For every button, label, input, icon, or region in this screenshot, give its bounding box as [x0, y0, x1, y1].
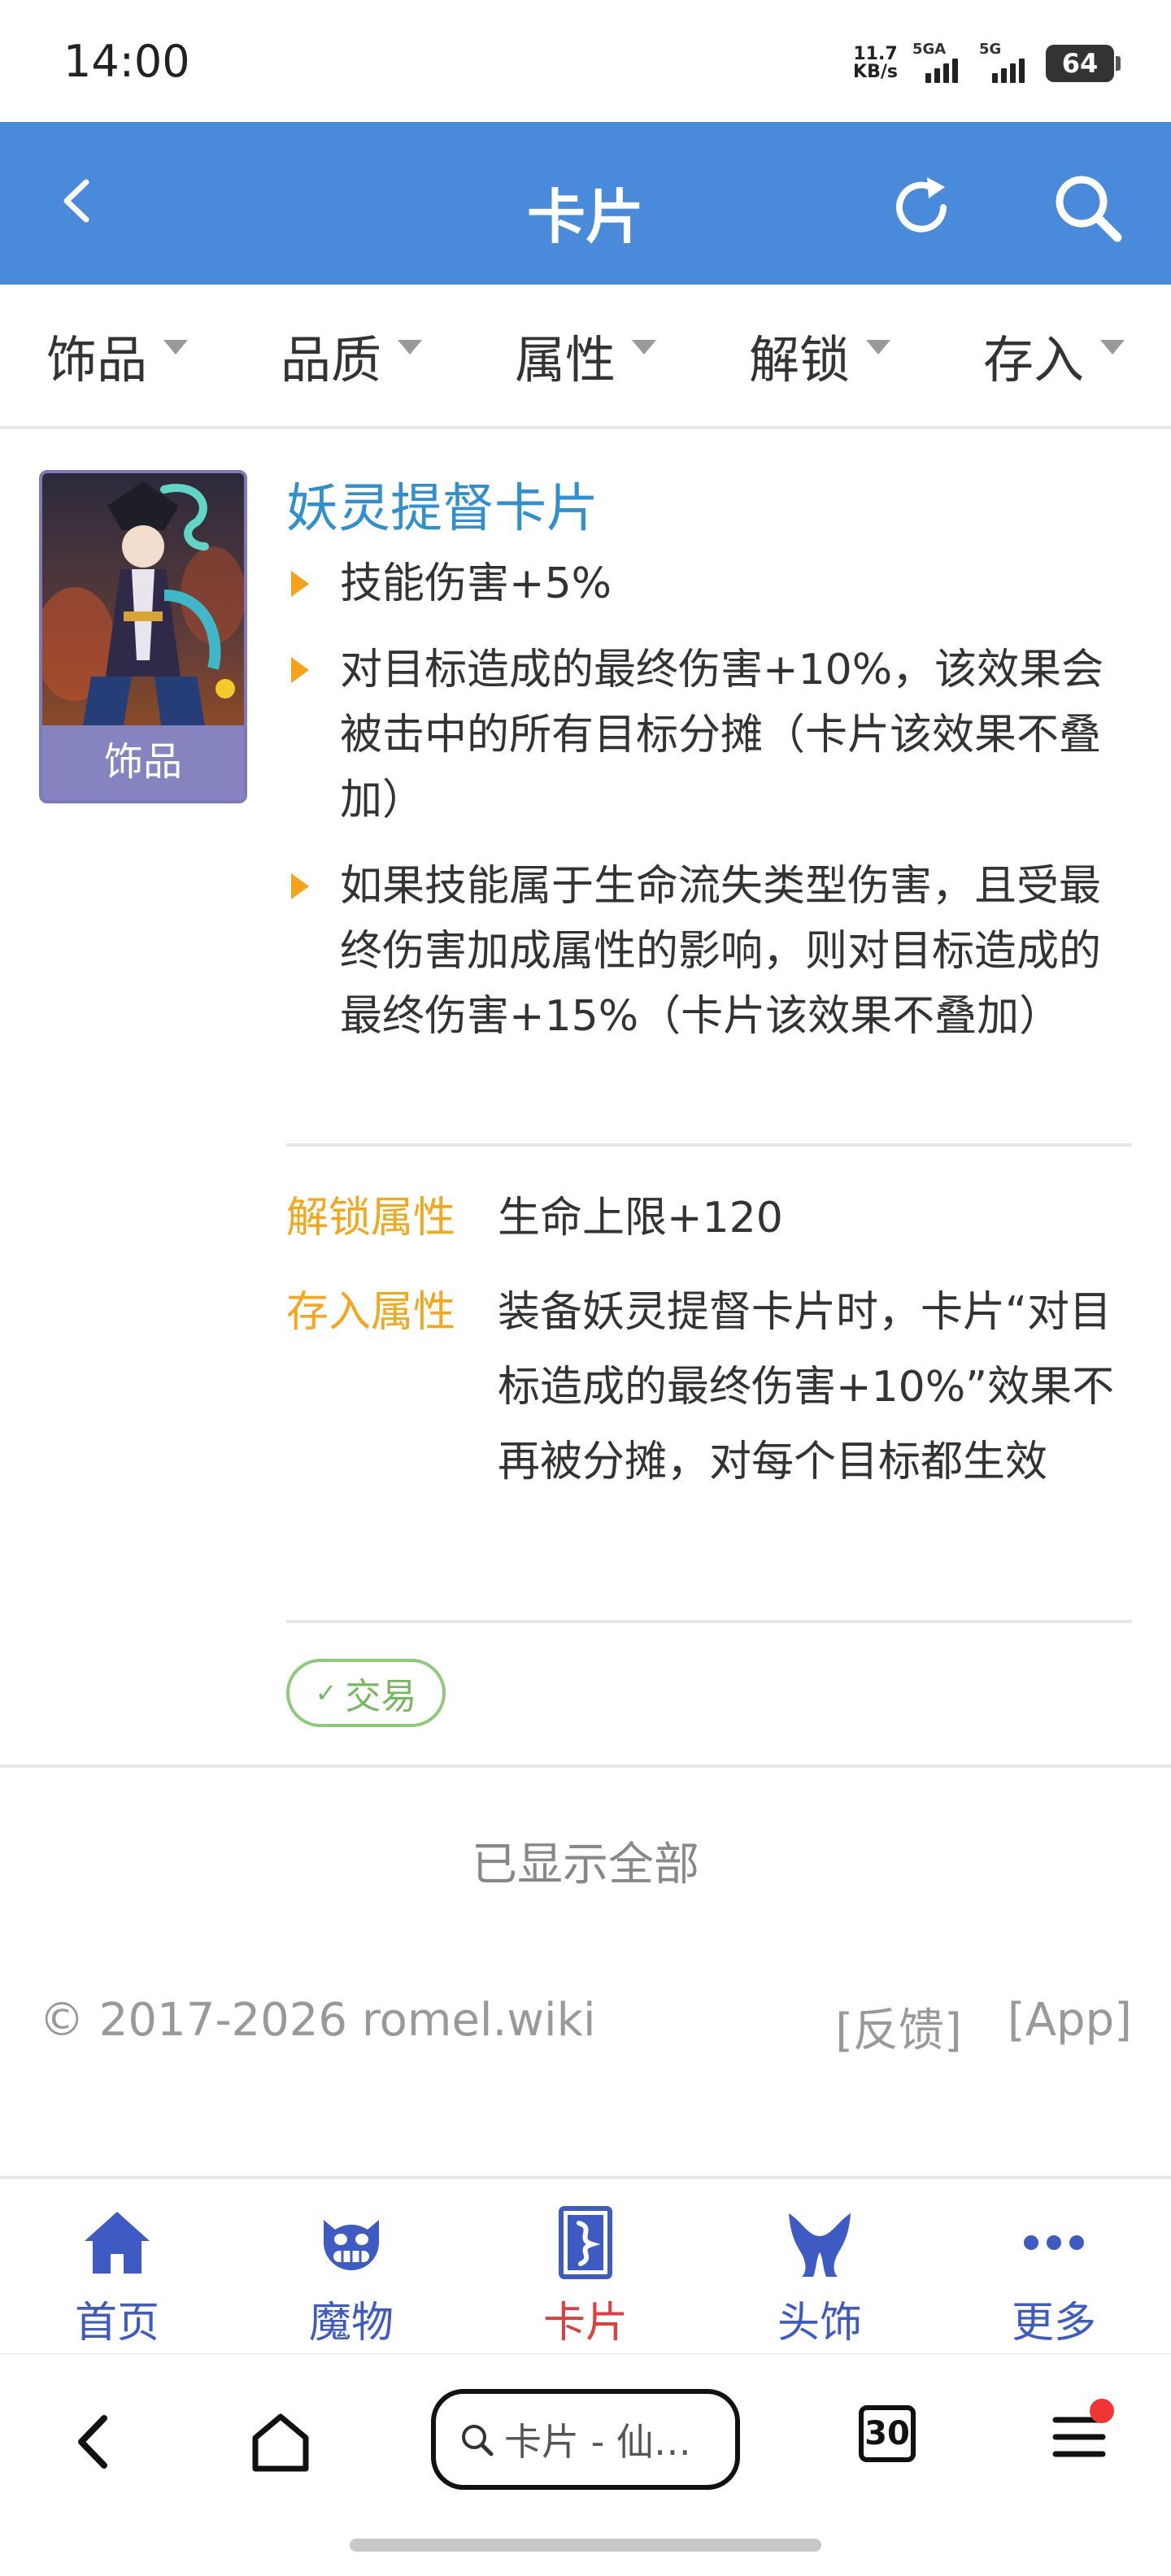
filter-label: 品质	[280, 330, 381, 389]
headwear-icon	[789, 2213, 851, 2277]
search-icon[interactable]	[1049, 169, 1127, 247]
effect-text: 对目标造成的最终伤害+10%，该效果会被击中的所有目标分摊（卡片该效果不叠加）	[340, 646, 1104, 825]
home-icon	[85, 2212, 150, 2274]
more-icon	[1024, 2235, 1084, 2250]
tab-monster[interactable]: 魔物	[234, 2179, 468, 2353]
app-header: 卡片	[0, 122, 1171, 285]
tab-home[interactable]: 首页	[0, 2179, 234, 2353]
battery-level: 64	[1061, 48, 1099, 79]
deposit-attribute-value: 装备妖灵提督卡片时，卡片“对目标造成的最终伤害+10%”效果不再被分摊，对每个目…	[498, 1288, 1115, 1486]
divider	[286, 1620, 1132, 1623]
search-icon	[462, 2425, 494, 2456]
url-text: 卡片 - 仙…	[504, 2420, 691, 2464]
list-end-text: 已显示全部	[472, 1838, 699, 1891]
filter-quality[interactable]: 品质	[234, 285, 468, 426]
filter-deposit[interactable]: 存入	[937, 285, 1171, 426]
network-speed-value: 11.7	[853, 44, 898, 64]
filter-label: 解锁	[748, 330, 850, 389]
bullet-arrow-icon	[291, 571, 309, 597]
filter-label: 属性	[514, 330, 616, 389]
effect-item: 对目标造成的最终伤害+10%，该效果会被击中的所有目标分摊（卡片该效果不叠加）	[286, 637, 1132, 833]
effect-text: 技能伤害+5%	[340, 559, 612, 608]
filter-unlock[interactable]: 解锁	[703, 285, 937, 426]
feedback-link[interactable]: [反馈]	[835, 1994, 962, 2060]
card-art-image	[42, 473, 244, 725]
footer-links: [反馈] [App]	[835, 1994, 1132, 2060]
bullet-arrow-icon	[291, 873, 309, 899]
filter-label: 存入	[982, 330, 1084, 389]
tab-label: 卡片	[542, 2299, 628, 2348]
card-icon	[559, 2206, 612, 2279]
effect-text: 如果技能属于生命流失类型伤害，且受最终伤害加成属性的影响，则对目标造成的最终伤害…	[340, 862, 1102, 1041]
signal-sim2-icon: 5G	[979, 41, 1031, 83]
notification-dot	[1090, 2399, 1114, 2423]
effect-item: 技能伤害+5%	[286, 551, 1132, 616]
monster-icon	[324, 2220, 379, 2270]
deposit-attribute-label: 存入属性	[286, 1288, 456, 1337]
filter-label: 饰品	[46, 330, 147, 389]
dropdown-arrow-icon	[866, 340, 890, 355]
filter-bar: 饰品 品质 属性 解锁 存入	[0, 285, 1171, 429]
browser-back-icon[interactable]	[57, 2405, 130, 2478]
signal-sim1-label: 5GA	[912, 41, 947, 58]
tab-label: 魔物	[308, 2299, 394, 2348]
filter-attribute[interactable]: 属性	[468, 285, 703, 426]
trade-badge: ✓ 交易	[286, 1659, 446, 1727]
tab-label: 首页	[74, 2299, 159, 2348]
dropdown-arrow-icon	[163, 340, 188, 355]
tab-more[interactable]: 更多	[937, 2179, 1171, 2353]
dropdown-arrow-icon	[632, 340, 656, 355]
dropdown-arrow-icon	[1100, 340, 1125, 355]
dropdown-arrow-icon	[398, 340, 422, 355]
footer: © 2017-2026 romel.wiki [反馈] [App]	[39, 1994, 1132, 2060]
browser-home-icon[interactable]	[244, 2405, 317, 2478]
unlock-attribute-row: 解锁属性 生命上限+120	[286, 1181, 1132, 1255]
app-link[interactable]: [App]	[1008, 1994, 1132, 2060]
url-bar[interactable]: 卡片 - 仙…	[431, 2389, 740, 2490]
browser-tabs-button[interactable]: 30	[859, 2405, 916, 2462]
status-bar: 14:00 11.7 KB/s 5GA 5G 64	[0, 0, 1171, 122]
network-speed-unit: KB/s	[853, 62, 898, 82]
tab-label: 头饰	[777, 2299, 862, 2348]
card-title[interactable]: 妖灵提督卡片	[286, 467, 599, 542]
tab-card[interactable]: 卡片	[468, 2179, 703, 2353]
battery-icon: 64	[1046, 45, 1121, 82]
card-slot-label: 饰品	[103, 739, 182, 785]
signal-sim1-icon: 5GA	[912, 41, 964, 83]
unlock-attribute-value: 生命上限+120	[498, 1194, 783, 1242]
home-indicator[interactable]	[350, 2539, 821, 2552]
effect-item: 如果技能属于生命流失类型伤害，且受最终伤害加成属性的影响，则对目标造成的最终伤害…	[286, 854, 1132, 1049]
unlock-attribute-label: 解锁属性	[286, 1194, 456, 1242]
filter-accessory[interactable]: 饰品	[0, 285, 234, 426]
deposit-attribute-row: 存入属性 装备妖灵提督卡片时，卡片“对目标造成的最终伤害+10%”效果不再被分摊…	[286, 1275, 1132, 1499]
tab-count: 30	[864, 2415, 910, 2452]
network-speed: 11.7 KB/s	[853, 46, 898, 81]
tab-label: 更多	[1011, 2299, 1096, 2348]
status-indicators: 11.7 KB/s 5GA 5G 64	[853, 39, 1121, 88]
trade-label: 交易	[345, 1676, 417, 1717]
tab-headwear[interactable]: 头饰	[703, 2179, 937, 2353]
card-effects: 技能伤害+5% 对目标造成的最终伤害+10%，该效果会被击中的所有目标分摊（卡片…	[286, 551, 1132, 1070]
divider	[286, 1143, 1132, 1147]
signal-sim2-label: 5G	[979, 41, 1002, 58]
page-title: 卡片	[526, 183, 644, 251]
status-time: 14:00	[63, 36, 190, 87]
bottom-tab-bar: 首页 魔物 卡片 头饰 更多	[0, 2176, 1171, 2353]
copyright-text: © 2017-2026 romel.wiki	[39, 1994, 596, 2047]
card-entry: 饰品 妖灵提督卡片 技能伤害+5% 对目标造成的最终伤害+10%，该效果会被击中…	[0, 429, 1171, 1768]
refresh-icon[interactable]	[885, 171, 958, 244]
check-icon: ✓	[315, 1677, 337, 1708]
bullet-arrow-icon	[291, 657, 309, 683]
card-thumbnail[interactable]: 饰品	[39, 470, 247, 803]
